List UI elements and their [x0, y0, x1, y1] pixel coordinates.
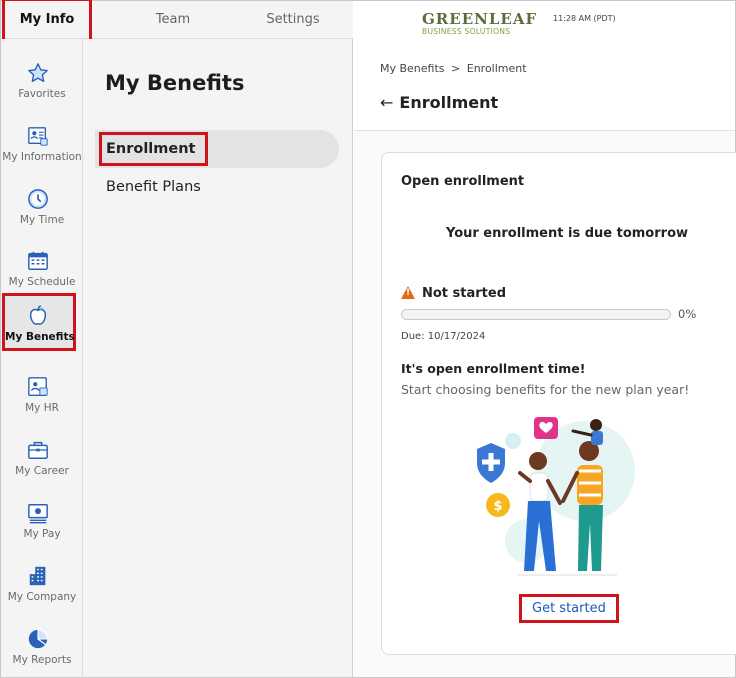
open-enrollment-card: Open enrollment Your enrollment is due t…: [381, 152, 736, 655]
pay-icon: [28, 504, 48, 524]
apple-icon: [29, 305, 47, 325]
rail-label: My Time: [19, 214, 65, 226]
promo-subtitle: Start choosing benefits for the new plan…: [401, 382, 690, 397]
progress-label: 0%: [678, 307, 697, 321]
rail-label: My HR: [25, 402, 59, 414]
due-message: Your enrollment is due tomorrow: [445, 226, 689, 241]
due-date: Due: 10/17/2024: [401, 331, 486, 342]
svg-text:$: $: [493, 499, 502, 514]
benefits-subnav: My Benefits Enrollment Benefit Plans: [83, 39, 353, 677]
page-title-row: ← Enrollment: [380, 93, 498, 112]
logo-wordmark: GREENLEAF: [422, 10, 538, 28]
subnav-item-benefit-plans[interactable]: Benefit Plans: [95, 168, 339, 206]
status-text: Not started: [422, 286, 507, 301]
warning-icon: [401, 286, 415, 299]
rail-label: My Information: [2, 151, 82, 163]
page-header: GREENLEAF BUSINESS SOLUTIONS 11:28 AM (P…: [354, 1, 735, 131]
calendar-icon: [28, 251, 48, 270]
rail-item-my-pay[interactable]: My Pay: [1, 488, 83, 548]
hr-icon: [28, 377, 48, 396]
card-title: Open enrollment: [401, 174, 525, 189]
subnav-item-label: Enrollment: [98, 132, 209, 166]
rail-item-my-career[interactable]: My Career: [1, 425, 83, 485]
rail-label: My Company: [7, 591, 77, 603]
rail-label: My Career: [15, 465, 69, 477]
rail-item-my-company[interactable]: My Company: [1, 551, 83, 611]
rail-label: My Schedule: [8, 276, 76, 288]
status-row: Not started: [401, 284, 506, 301]
breadcrumb-link-my-benefits[interactable]: My Benefits: [380, 62, 445, 75]
subnav-item-enrollment[interactable]: Enrollment: [95, 130, 339, 168]
rail-item-favorites[interactable]: Favorites: [1, 48, 83, 108]
clock-icon: [28, 189, 48, 209]
rail-item-my-reports[interactable]: My Reports: [1, 614, 83, 674]
rail-item-my-information[interactable]: My Information: [1, 111, 83, 171]
family-illustration: $: [477, 417, 635, 576]
left-nav-rail: Favorites My Information My Time My Sche…: [1, 39, 83, 677]
top-tab-bar: My Info Team Settings: [1, 0, 353, 42]
breadcrumb-current: Enrollment: [466, 62, 527, 75]
current-time: 11:28 AM (PDT): [553, 14, 616, 23]
subnav-title: My Benefits: [105, 71, 245, 95]
tab-my-info[interactable]: My Info: [2, 0, 92, 42]
rail-label: My Benefits: [5, 331, 75, 343]
pie-chart-icon: [28, 629, 48, 649]
back-arrow-icon[interactable]: ←: [380, 93, 393, 112]
rail-label: My Reports: [12, 654, 72, 666]
progress-bar: [401, 309, 671, 320]
page-title: Enrollment: [399, 93, 499, 112]
star-icon: [28, 63, 48, 83]
promo-title: It's open enrollment time!: [401, 361, 586, 376]
rail-item-my-schedule[interactable]: My Schedule: [1, 236, 83, 296]
rail-label: My Pay: [23, 528, 61, 540]
company-logo: GREENLEAF BUSINESS SOLUTIONS: [422, 10, 538, 39]
breadcrumb-separator: >: [451, 62, 461, 75]
building-icon: [29, 566, 46, 586]
rail-label: Favorites: [18, 88, 66, 100]
briefcase-icon: [28, 441, 48, 459]
rail-item-my-hr[interactable]: My HR: [1, 362, 83, 422]
get-started-button[interactable]: Get started: [519, 594, 619, 623]
rail-item-my-time[interactable]: My Time: [1, 174, 83, 234]
main-content: GREENLEAF BUSINESS SOLUTIONS 11:28 AM (P…: [354, 1, 736, 677]
breadcrumb: My Benefits > Enrollment: [380, 62, 530, 75]
rail-item-my-benefits[interactable]: My Benefits: [2, 293, 76, 351]
id-card-icon: [28, 127, 48, 146]
tab-settings[interactable]: Settings: [253, 1, 333, 39]
logo-tagline: BUSINESS SOLUTIONS: [422, 27, 511, 36]
tab-team[interactable]: Team: [133, 1, 213, 39]
